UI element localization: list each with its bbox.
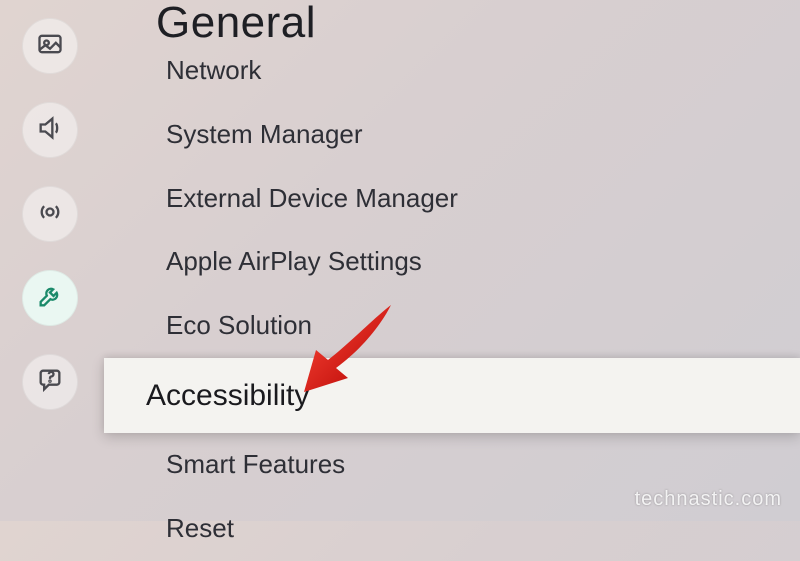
- sidebar-item-sound[interactable]: [22, 102, 78, 158]
- sidebar-item-support[interactable]: [22, 354, 78, 410]
- broadcast-icon: [36, 198, 64, 231]
- menu-item-label: Eco Solution: [166, 310, 312, 340]
- support-icon: [36, 366, 64, 399]
- sidebar-item-picture[interactable]: [22, 18, 78, 74]
- menu-item-label: Accessibility: [146, 379, 309, 412]
- watermark: technastic.com: [635, 488, 782, 511]
- settings-main: General Network System Manager External …: [120, 0, 800, 521]
- menu-item-label: Reset: [166, 513, 234, 543]
- menu-item-label: Apple AirPlay Settings: [166, 246, 422, 276]
- menu-item-network[interactable]: Network: [120, 54, 800, 103]
- sidebar-item-general[interactable]: [22, 270, 78, 326]
- sidebar-item-broadcast[interactable]: [22, 186, 78, 242]
- menu-item-external-device-manager[interactable]: External Device Manager: [120, 167, 800, 231]
- menu-item-accessibility[interactable]: Accessibility: [104, 358, 800, 433]
- sound-icon: [36, 114, 64, 147]
- menu-item-label: Smart Features: [166, 449, 345, 479]
- menu-item-label: Network: [166, 55, 261, 85]
- settings-sidebar: [0, 0, 100, 521]
- page-title: General: [120, 0, 800, 48]
- menu-item-system-manager[interactable]: System Manager: [120, 103, 800, 167]
- wrench-icon: [36, 282, 64, 315]
- settings-list: Network System Manager External Device M…: [120, 54, 800, 561]
- menu-item-apple-airplay-settings[interactable]: Apple AirPlay Settings: [120, 230, 800, 294]
- menu-item-eco-solution[interactable]: Eco Solution: [120, 294, 800, 358]
- picture-icon: [36, 30, 64, 63]
- menu-item-label: System Manager: [166, 119, 363, 149]
- menu-item-label: External Device Manager: [166, 183, 458, 213]
